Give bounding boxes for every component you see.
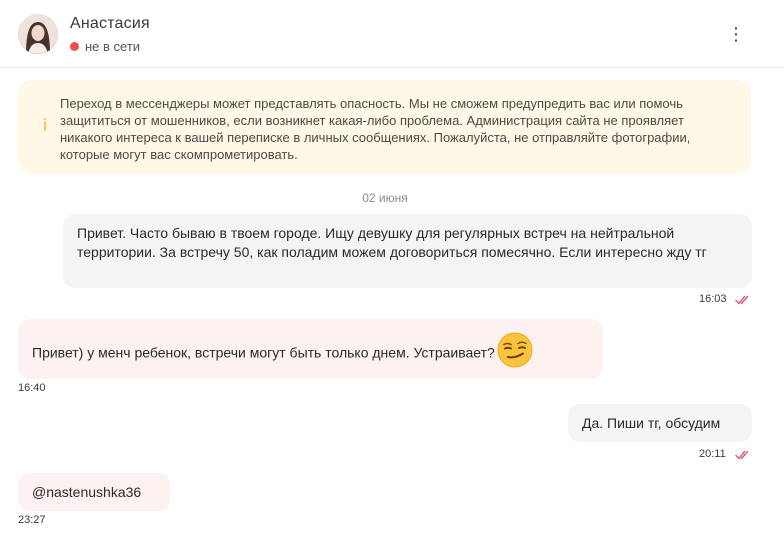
message-text: Привет) у менч ребенок, встречи могут бы…: [32, 344, 495, 361]
avatar-photo: [18, 14, 58, 54]
offline-dot-icon: [70, 41, 79, 51]
read-checkmarks-icon: [735, 295, 749, 305]
message-bubble-outgoing[interactable]: Привет. Часто бываю в твоем городе. Ищу …: [63, 214, 752, 288]
message-text: @nastenushka36: [32, 484, 142, 500]
online-status: не в сети: [70, 38, 140, 54]
message-time: 23:27: [18, 514, 46, 526]
safety-warning: i Переход в мессенджеры может представля…: [18, 80, 751, 174]
message-time: 16:03: [699, 293, 727, 305]
contact-name[interactable]: Анастасия: [70, 15, 150, 33]
read-checkmarks-icon: [735, 450, 749, 460]
message-time: 16:40: [18, 382, 46, 394]
status-text: не в сети: [85, 38, 141, 54]
date-separator: 02 июня: [362, 191, 408, 205]
message-text: Да. Пиши тг, обсудим: [582, 415, 721, 431]
message-bubble-incoming[interactable]: @nastenushka36: [18, 473, 170, 511]
info-icon: i: [42, 116, 48, 136]
warning-text: Переход в мессенджеры может представлять…: [60, 96, 691, 162]
message-text: Привет. Часто бываю в твоем городе. Ищу …: [77, 225, 707, 260]
message-time: 20:11: [699, 448, 726, 460]
chat-window: Анастасия не в сети ⋮ i Переход в мессен…: [0, 0, 784, 539]
more-options-icon[interactable]: ⋮: [724, 22, 748, 46]
smirking-face-emoji: [497, 332, 533, 368]
message-bubble-outgoing[interactable]: Да. Пиши тг, обсудим: [568, 404, 752, 442]
avatar[interactable]: [18, 14, 58, 54]
message-bubble-incoming[interactable]: Привет) у менч ребенок, встречи могут бы…: [18, 319, 603, 379]
chat-header: Анастасия не в сети ⋮: [0, 0, 784, 68]
